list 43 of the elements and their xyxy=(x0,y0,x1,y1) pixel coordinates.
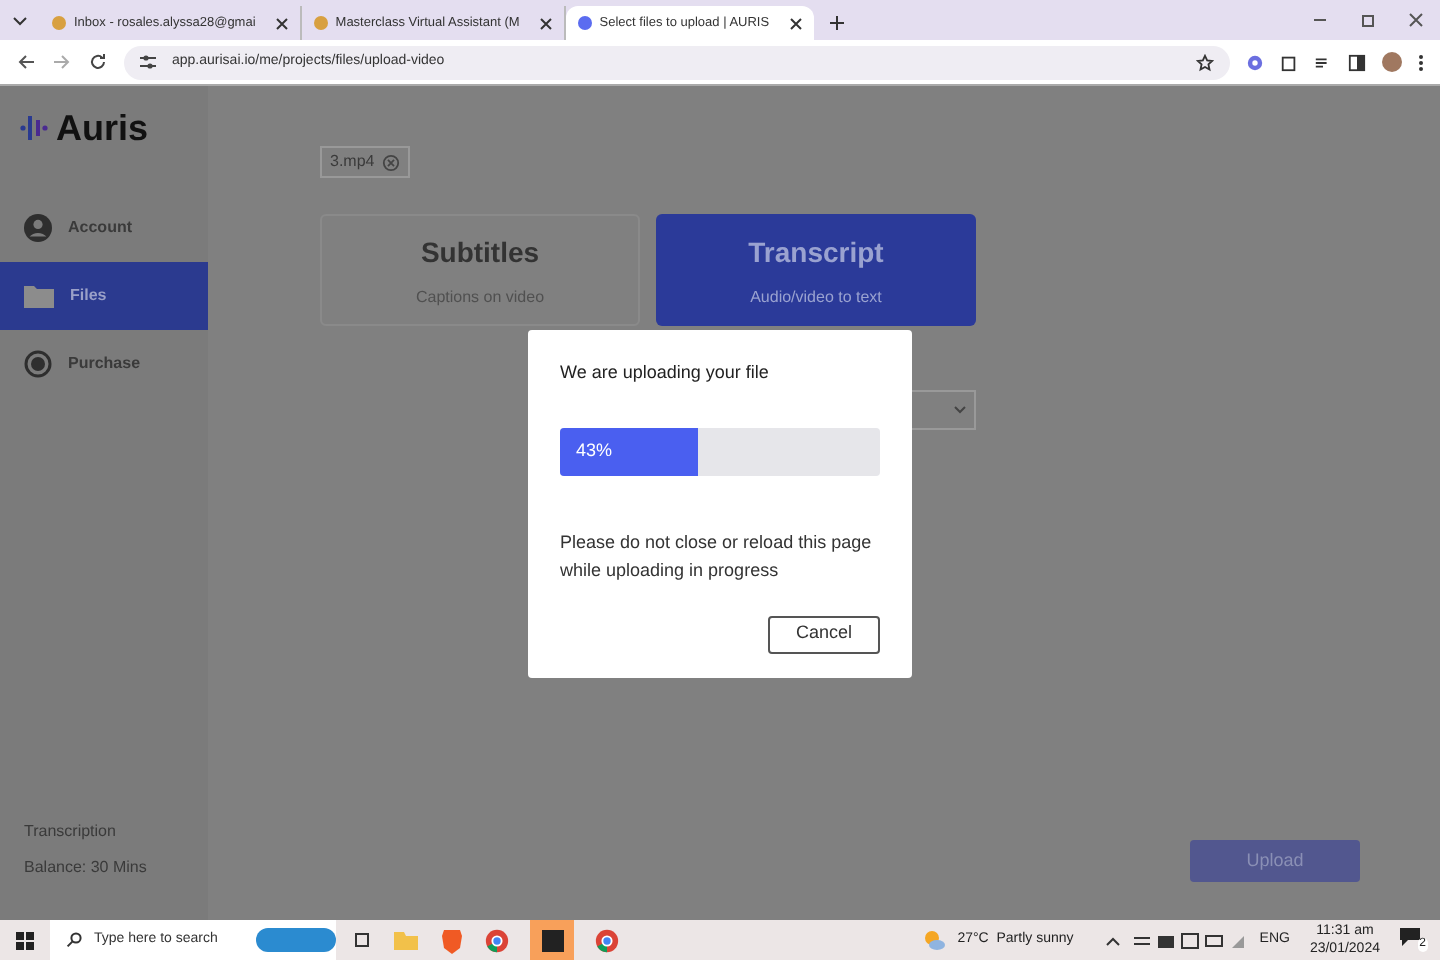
back-icon[interactable] xyxy=(16,52,36,72)
favicon-icon xyxy=(313,16,328,30)
site-settings-icon[interactable] xyxy=(140,54,156,70)
sticky-notes-icon[interactable] xyxy=(530,920,574,960)
tray-icons-drawing xyxy=(1131,931,1248,949)
reload-icon[interactable] xyxy=(88,52,108,72)
star-icon[interactable] xyxy=(1196,53,1214,71)
side-panel-icon[interactable] xyxy=(1348,53,1366,71)
favicon-icon xyxy=(52,16,66,30)
cancel-button[interactable]: Cancel xyxy=(768,615,880,653)
chevron-up-icon[interactable] xyxy=(1105,935,1120,945)
favicon-icon xyxy=(577,16,592,30)
folder-icon xyxy=(24,284,54,308)
dialog-title: We are uploading your file xyxy=(560,360,771,386)
close-tab-icon[interactable] xyxy=(789,17,802,29)
user-circle-icon xyxy=(24,214,52,242)
close-tab-icon[interactable] xyxy=(539,17,552,29)
radio-circle-icon xyxy=(24,350,52,378)
chevron-down-icon xyxy=(954,406,966,414)
more-icon[interactable] xyxy=(1418,53,1424,71)
chrome-icon[interactable] xyxy=(484,927,510,953)
sidebar-item[interactable]: Files xyxy=(0,262,208,330)
file-name: 3.mp4 xyxy=(330,150,375,174)
search-highlight-drawing xyxy=(256,928,336,952)
close-icon[interactable] xyxy=(1408,12,1424,28)
logo-icon xyxy=(20,112,48,144)
restore-icon[interactable] xyxy=(1360,12,1376,28)
sidebar-footer-text: Transcription xyxy=(24,820,118,844)
windows-start-icon[interactable] xyxy=(16,931,34,949)
chrome-icon[interactable] xyxy=(594,927,620,953)
new-tab-icon[interactable] xyxy=(829,16,844,30)
extension-icon[interactable] xyxy=(1246,53,1264,71)
media-icon[interactable] xyxy=(1314,53,1332,71)
remove-icon[interactable] xyxy=(382,153,401,171)
logo-text: Auris xyxy=(56,105,149,151)
sidebar-footer-text: Balance: 30 Mins xyxy=(24,856,149,880)
task-view-icon[interactable] xyxy=(352,930,372,950)
mode-card[interactable]: Transcript Audio/video to text xyxy=(656,214,976,326)
progress-percent: 43% xyxy=(576,437,613,464)
close-tab-icon[interactable] xyxy=(275,17,288,29)
search-icon xyxy=(66,932,82,948)
upload-message: Please do not close or reload this page while uploading in progress xyxy=(560,529,874,583)
profile-avatar[interactable] xyxy=(1382,52,1402,72)
